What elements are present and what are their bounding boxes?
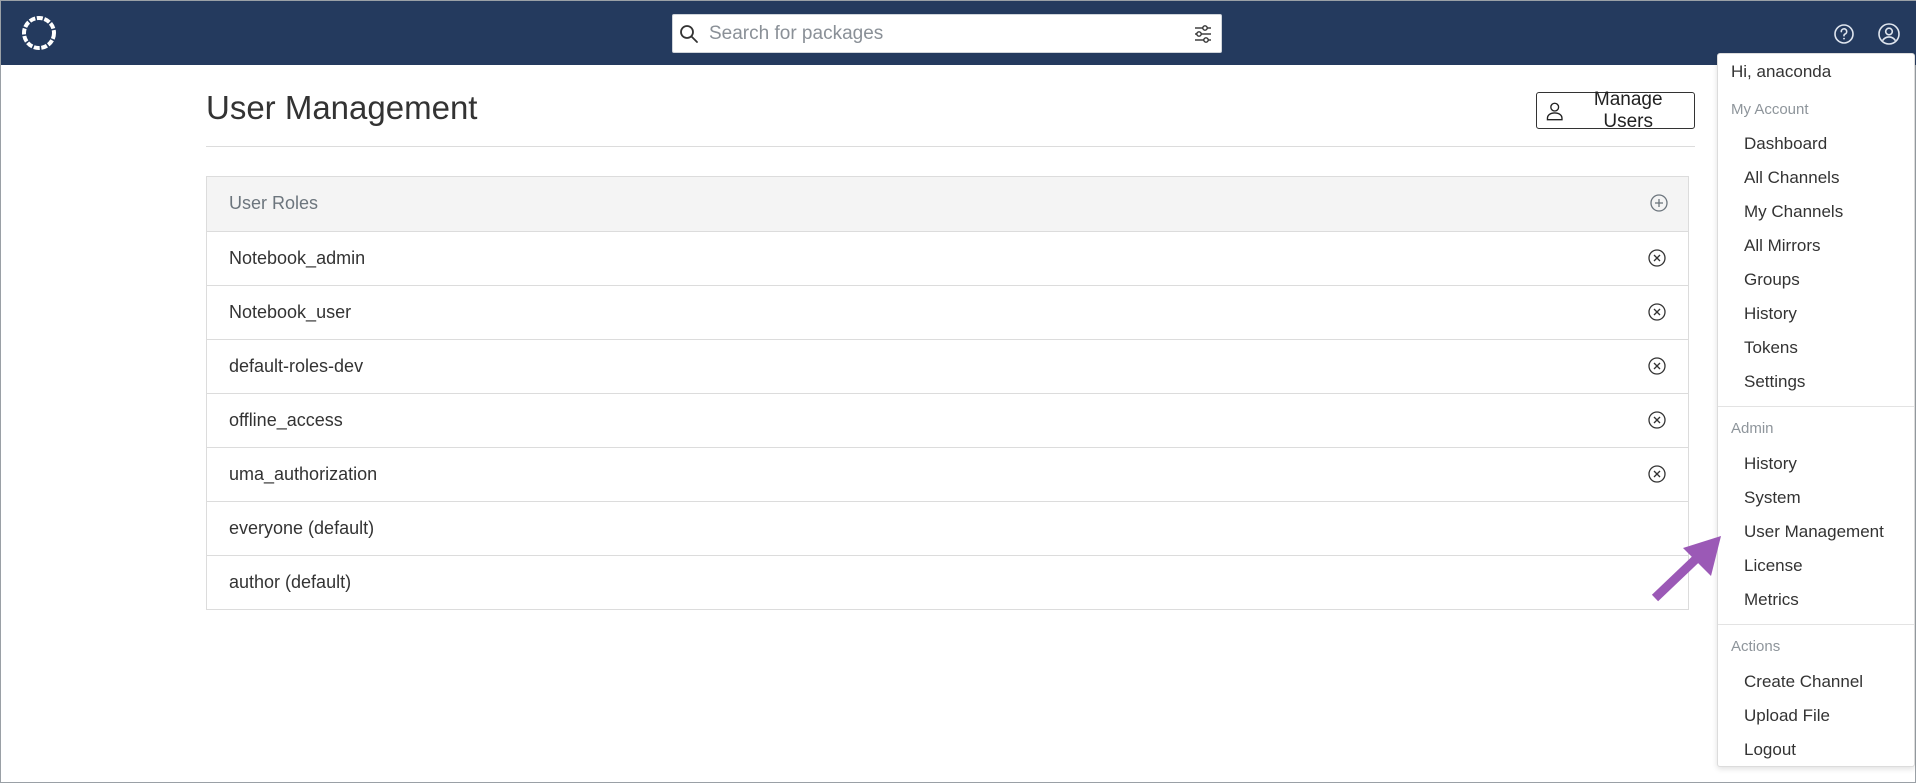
search-input[interactable] (709, 15, 1149, 52)
menu-item-admin-history[interactable]: History (1744, 454, 1797, 474)
menu-item-groups[interactable]: Groups (1744, 270, 1800, 290)
menu-item-dashboard[interactable]: Dashboard (1744, 134, 1827, 154)
role-name: offline_access (229, 410, 343, 430)
user-circle-icon[interactable] (1877, 22, 1901, 46)
role-name: uma_authorization (229, 464, 378, 484)
menu-item-tokens[interactable]: Tokens (1744, 338, 1798, 358)
user-roles-header: User Roles (207, 177, 1688, 232)
x-circle-icon[interactable] (1647, 248, 1667, 268)
role-row: Notebook_admin (207, 232, 1688, 286)
x-circle-icon[interactable] (1647, 410, 1667, 430)
user-icon (1546, 102, 1563, 120)
role-row: uma_authorization (207, 448, 1688, 502)
manage-users-label: Manage Users (1593, 88, 1663, 132)
role-row: default-roles-dev (207, 340, 1688, 394)
menu-section-my-account: My Account (1731, 101, 1809, 118)
menu-item-all-channels[interactable]: All Channels (1744, 168, 1839, 188)
menu-item-metrics[interactable]: Metrics (1744, 590, 1799, 610)
menu-item-system[interactable]: System (1744, 488, 1801, 508)
role-name: default-roles-dev (229, 356, 364, 376)
menu-item-all-mirrors[interactable]: All Mirrors (1744, 236, 1821, 256)
anaconda-logo-icon[interactable] (19, 13, 59, 53)
menu-item-license[interactable]: License (1744, 556, 1803, 576)
user-roles-heading: User Roles (229, 193, 319, 213)
menu-greeting: Hi, anaconda (1731, 62, 1832, 81)
user-dropdown-menu: Hi, anaconda My Account Dashboard All Ch… (1717, 53, 1915, 767)
top-navbar (1, 1, 1916, 65)
menu-divider (1718, 406, 1914, 407)
search-box (672, 14, 1222, 53)
menu-item-user-management[interactable]: User Management (1744, 522, 1884, 542)
user-roles-table: User Roles Notebook_admin Notebook_user … (206, 176, 1689, 610)
menu-item-upload-file[interactable]: Upload File (1744, 706, 1830, 726)
menu-section-actions: Actions (1731, 638, 1781, 655)
menu-item-create-channel[interactable]: Create Channel (1744, 672, 1863, 692)
role-name: Notebook_admin (229, 248, 366, 268)
role-name: everyone (default) (229, 518, 375, 538)
sliders-icon[interactable] (1193, 24, 1213, 44)
search-icon[interactable] (679, 24, 699, 44)
role-row: offline_access (207, 394, 1688, 448)
menu-item-settings[interactable]: Settings (1744, 372, 1805, 392)
page-title: User Management (206, 89, 478, 126)
arrow-icon (1651, 536, 1721, 602)
plus-circle-icon[interactable] (1649, 193, 1669, 213)
menu-item-my-channels[interactable]: My Channels (1744, 202, 1843, 222)
x-circle-icon[interactable] (1647, 356, 1667, 376)
x-circle-icon[interactable] (1647, 464, 1667, 484)
menu-divider (1718, 624, 1914, 625)
manage-users-button[interactable]: Manage Users (1536, 89, 1695, 132)
role-row: author (default) (207, 556, 1688, 609)
role-row: everyone (default) (207, 502, 1688, 556)
header-divider (206, 146, 1695, 147)
role-name: author (default) (229, 572, 352, 592)
menu-item-history[interactable]: History (1744, 304, 1797, 324)
menu-section-admin: Admin (1731, 420, 1774, 437)
x-circle-icon[interactable] (1647, 302, 1667, 322)
role-row: Notebook_user (207, 286, 1688, 340)
menu-item-logout[interactable]: Logout (1744, 740, 1796, 760)
question-circle-icon[interactable] (1833, 23, 1855, 45)
role-name: Notebook_user (229, 302, 352, 322)
